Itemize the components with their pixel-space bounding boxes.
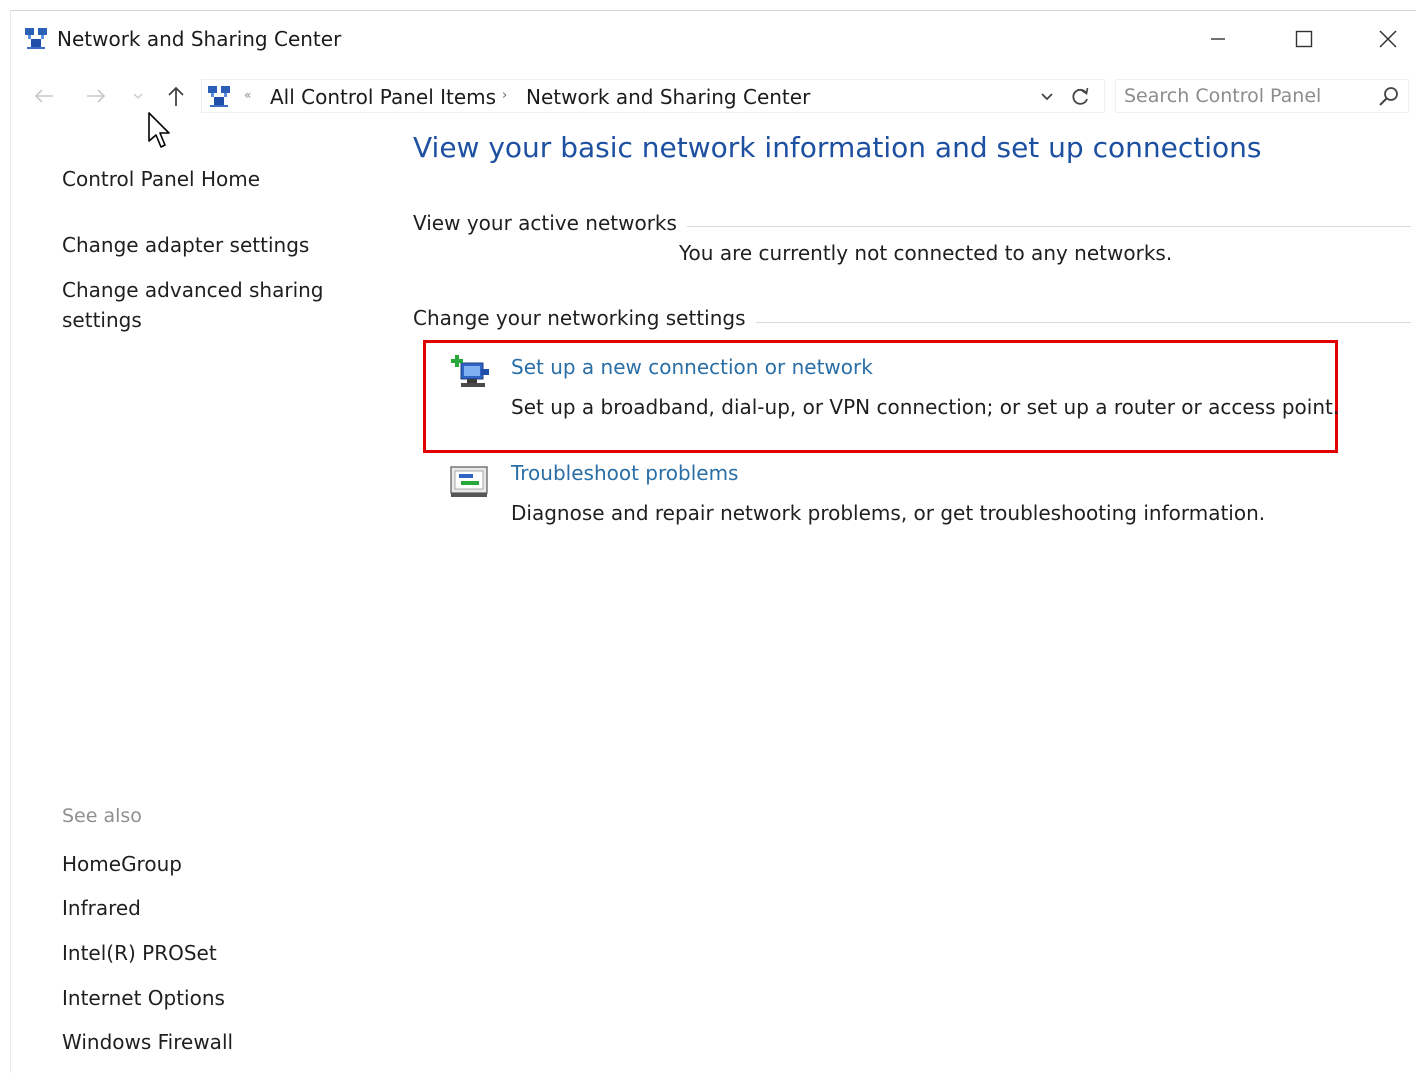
window-title: Network and Sharing Center [57, 27, 342, 51]
left-navigation-pane: Control Panel Home Change adapter settin… [11, 121, 381, 1071]
close-button[interactable] [1365, 21, 1411, 57]
section-divider [741, 322, 1411, 323]
maximize-icon [1295, 30, 1313, 48]
recent-locations-button[interactable] [129, 81, 147, 111]
chevron-right-icon[interactable]: › [502, 88, 507, 103]
change-advanced-sharing-settings-link[interactable]: Change advanced sharing settings [62, 275, 332, 335]
maximize-button[interactable] [1281, 21, 1327, 57]
search-placeholder[interactable]: Search Control Panel [1124, 85, 1321, 107]
title-bar: Network and Sharing Center [11, 11, 1416, 67]
back-button[interactable] [29, 81, 59, 111]
network-center-icon [25, 28, 47, 49]
breadcrumb-network-sharing-center[interactable]: Network and Sharing Center [526, 85, 810, 109]
forward-arrow-icon [87, 89, 106, 103]
change-adapter-settings-link[interactable]: Change adapter settings [62, 230, 309, 260]
section-divider [671, 226, 1411, 227]
windows-firewall-link[interactable]: Windows Firewall [62, 1027, 233, 1057]
address-bar[interactable]: « All Control Panel Items › Network and … [201, 79, 1105, 113]
set-up-new-connection-link[interactable]: Set up a new connection or network [511, 355, 873, 379]
minimize-button[interactable] [1195, 21, 1241, 57]
control-panel-home-link[interactable]: Control Panel Home [62, 164, 260, 194]
refresh-button[interactable] [1068, 84, 1094, 110]
mouse-cursor-icon [148, 112, 170, 148]
set-up-new-connection-description: Set up a broadband, dial-up, or VPN conn… [511, 395, 1340, 419]
network-status-text: You are currently not connected to any n… [679, 241, 1173, 265]
intel-proset-link[interactable]: Intel(R) PROSet [62, 938, 217, 968]
up-arrow-icon [168, 86, 184, 106]
troubleshoot-problems-description: Diagnose and repair network problems, or… [511, 501, 1266, 525]
troubleshoot-icon[interactable] [447, 459, 493, 505]
page-title: View your basic network information and … [413, 131, 1262, 164]
back-arrow-icon [34, 89, 53, 103]
see-also-label: See also [62, 805, 142, 827]
infrared-link[interactable]: Infrared [62, 893, 141, 923]
breadcrumb-all-control-panel-items[interactable]: All Control Panel Items [270, 85, 496, 109]
up-button[interactable] [161, 81, 191, 111]
homegroup-link[interactable]: HomeGroup [62, 849, 182, 879]
troubleshoot-problems-link[interactable]: Troubleshoot problems [511, 461, 738, 485]
navigation-bar: « All Control Panel Items › Network and … [11, 75, 1416, 117]
active-networks-section-title: View your active networks [413, 211, 687, 235]
new-connection-icon[interactable] [447, 351, 493, 397]
forward-button[interactable] [81, 81, 111, 111]
chevron-down-icon [133, 93, 143, 99]
search-box[interactable]: Search Control Panel [1115, 79, 1409, 113]
search-icon[interactable] [1378, 86, 1400, 108]
networking-settings-section-title: Change your networking settings [413, 306, 756, 330]
internet-options-link[interactable]: Internet Options [62, 983, 225, 1013]
chevron-down-icon [1041, 93, 1053, 101]
minimize-icon [1211, 38, 1225, 40]
close-icon [1379, 30, 1397, 48]
refresh-icon [1072, 87, 1089, 105]
network-sharing-center-window: Network and Sharing Center « All Control… [10, 10, 1416, 1073]
address-dropdown-button[interactable] [1036, 86, 1058, 108]
double-chevron-icon[interactable]: « [244, 88, 251, 102]
network-center-icon [208, 86, 230, 107]
